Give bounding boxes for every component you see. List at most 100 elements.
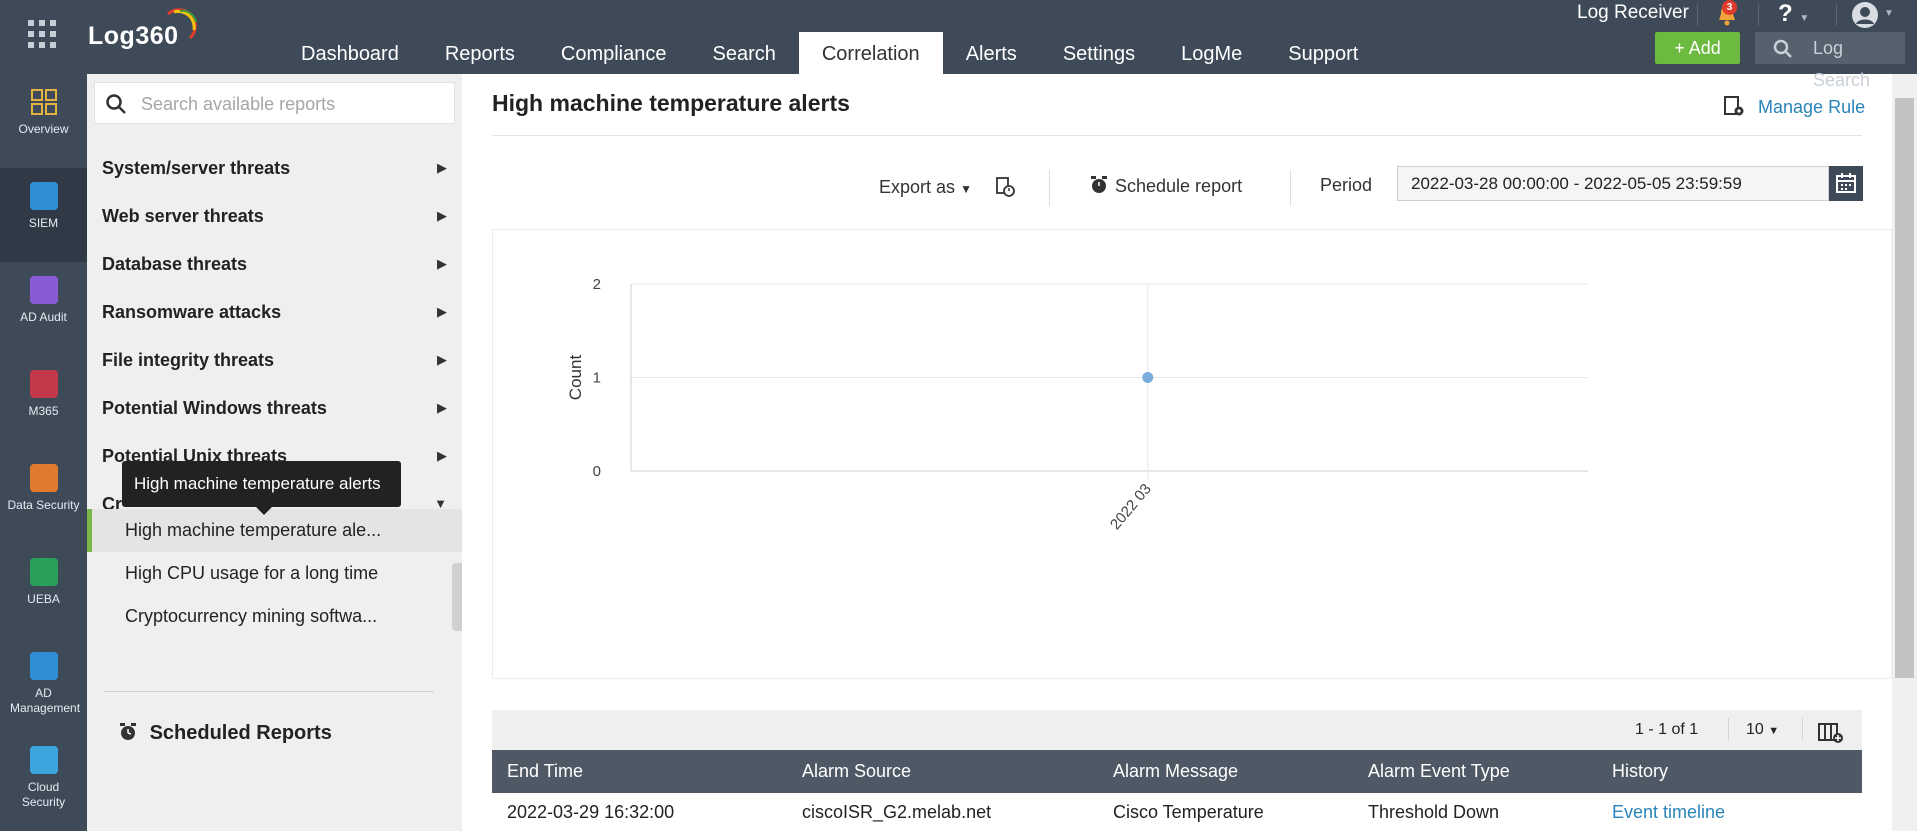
alarm-clock-icon	[1091, 176, 1107, 193]
rail-item-cloud-security[interactable]: Cloud Security	[0, 732, 87, 826]
chevron-down-icon[interactable]: ▼	[1884, 8, 1894, 19]
nav-correlation[interactable]: Correlation	[798, 32, 943, 74]
divider	[104, 691, 434, 692]
cell-alarm-event-type: Threshold Down	[1368, 802, 1500, 822]
nav-dashboard[interactable]: Dashboard	[278, 32, 422, 74]
report-search-input[interactable]: Search available reports	[94, 82, 455, 124]
divider	[1697, 4, 1698, 26]
scheduled-reports-link[interactable]: Scheduled Reports	[118, 722, 332, 745]
nav-settings[interactable]: Settings	[1040, 32, 1158, 74]
user-avatar-icon[interactable]	[1852, 2, 1878, 28]
per-page-select[interactable]: 10 ▼	[1746, 721, 1779, 739]
rail-item-ad-management[interactable]: AD Management	[0, 638, 87, 732]
main-nav: Dashboard Reports Compliance Search Corr…	[278, 32, 1381, 74]
export-history-icon[interactable]	[994, 176, 1016, 198]
product-rail: Overview SIEM AD Audit M365 Data Securit…	[0, 74, 87, 831]
table-header: End Time Alarm Source Alarm Message Alar…	[492, 750, 1862, 793]
rail-item-siem[interactable]: SIEM	[0, 168, 87, 262]
calendar-button[interactable]	[1829, 166, 1863, 201]
nav-logme[interactable]: LogMe	[1158, 32, 1265, 74]
app-grid-icon[interactable]	[28, 20, 56, 48]
column-chooser-icon[interactable]	[1818, 722, 1844, 744]
divider	[1728, 718, 1729, 740]
divider	[1290, 170, 1291, 206]
report-sidebar: Search available reports System/server t…	[87, 74, 462, 831]
help-icon[interactable]: ? ▼	[1778, 0, 1809, 28]
nav-compliance[interactable]: Compliance	[538, 32, 690, 74]
sidebar-category-potential-windows-threats[interactable]: Potential Windows threats ▶	[102, 388, 457, 428]
logo-arc-icon	[166, 8, 197, 40]
nav-alerts[interactable]: Alerts	[943, 32, 1040, 74]
cell-alarm-source: ciscoISR_G2.melab.net	[802, 802, 992, 822]
m365-icon	[29, 370, 58, 398]
divider	[1758, 4, 1759, 26]
rail-item-overview[interactable]: Overview	[0, 74, 87, 168]
notification-badge: 3	[1722, 0, 1737, 15]
ueba-eye-icon	[29, 558, 58, 586]
y-tick-label: 1	[593, 370, 601, 387]
data-point	[1142, 372, 1154, 383]
column-header-alarm-event-type[interactable]: Alarm Event Type	[1368, 750, 1510, 793]
manage-rule-link[interactable]: Manage Rule	[1723, 95, 1865, 118]
rule-settings-icon	[1724, 96, 1744, 116]
divider	[1836, 4, 1837, 26]
event-timeline-link[interactable]: Event timeline	[1612, 793, 1725, 831]
alarm-clock-icon	[120, 723, 136, 740]
sidebar-category-system-server-threats[interactable]: System/server threats ▶	[102, 148, 457, 188]
divider	[1802, 718, 1803, 740]
chart-card: 0 1 2 Count 2022 03	[492, 229, 1892, 679]
period-date-range-input[interactable]: 2022-03-28 00:00:00 - 2022-05-05 23:59:5…	[1397, 166, 1829, 201]
ad-management-icon	[29, 652, 58, 680]
rail-item-ad-audit[interactable]: AD Audit	[0, 262, 87, 356]
pagination-info: 1 - 1 of 1	[1635, 721, 1699, 738]
sidebar-collapse-handle[interactable]	[452, 563, 462, 631]
nav-support[interactable]: Support	[1265, 32, 1381, 74]
sidebar-category-database-threats[interactable]: Database threats ▶	[102, 244, 457, 284]
divider	[492, 135, 1862, 136]
period-label: Period	[1320, 175, 1373, 195]
sidebar-subitem-high-machine-temperature[interactable]: High machine temperature ale...	[87, 509, 462, 552]
y-axis-label: Count	[566, 355, 585, 401]
sidebar-subitem-cryptocurrency-mining[interactable]: Cryptocurrency mining softwa...	[87, 595, 462, 638]
column-header-history[interactable]: History	[1612, 750, 1668, 793]
y-tick-label: 0	[593, 463, 601, 480]
overview-icon	[30, 88, 58, 116]
scrollbar-thumb[interactable]	[1895, 98, 1914, 678]
cell-alarm-message: Cisco Temperature	[1113, 802, 1264, 822]
data-security-icon	[29, 464, 58, 492]
y-tick-label: 2	[593, 276, 601, 293]
chevron-right-icon: ▶	[437, 256, 447, 271]
export-as-dropdown[interactable]: Export as ▼	[879, 177, 972, 198]
chevron-right-icon: ▶	[437, 208, 447, 223]
rail-item-m365[interactable]: M365	[0, 356, 87, 450]
chevron-right-icon: ▶	[437, 352, 447, 367]
sidebar-category-web-server-threats[interactable]: Web server threats ▶	[102, 196, 457, 236]
sidebar-category-ransomware-attacks[interactable]: Ransomware attacks ▶	[102, 292, 457, 332]
sidebar-subitem-high-cpu-usage[interactable]: High CPU usage for a long time	[87, 552, 462, 595]
rail-item-data-security[interactable]: Data Security	[0, 450, 87, 544]
tooltip: High machine temperature alerts	[122, 461, 401, 515]
nav-search[interactable]: Search	[689, 32, 798, 74]
chevron-right-icon: ▶	[437, 400, 447, 415]
siem-shield-icon	[29, 182, 58, 210]
divider	[1049, 170, 1050, 206]
log-receiver-link[interactable]: Log Receiver	[1577, 2, 1689, 24]
nav-reports[interactable]: Reports	[422, 32, 538, 74]
schedule-report-button[interactable]: Schedule report	[1089, 175, 1242, 197]
rail-item-ueba[interactable]: UEBA	[0, 544, 87, 638]
top-bar: Log360 Dashboard Reports Compliance Sear…	[0, 0, 1917, 90]
ad-audit-icon	[29, 276, 58, 304]
chevron-right-icon: ▶	[437, 304, 447, 319]
log-search-button[interactable]: Log Search	[1755, 32, 1905, 90]
add-button[interactable]: + Add	[1655, 32, 1740, 64]
column-header-alarm-source[interactable]: Alarm Source	[802, 750, 911, 793]
page-title: High machine temperature alerts	[492, 90, 850, 116]
chevron-right-icon: ▶	[437, 160, 447, 175]
sidebar-category-file-integrity-threats[interactable]: File integrity threats ▶	[102, 340, 457, 380]
column-header-end-time[interactable]: End Time	[507, 750, 583, 793]
search-icon	[106, 94, 126, 114]
cloud-security-icon	[29, 746, 58, 774]
alerts-count-chart: 0 1 2 Count 2022 03	[566, 276, 1588, 533]
table-row: 2022-03-29 16:32:00 ciscoISR_G2.melab.ne…	[492, 793, 1862, 831]
column-header-alarm-message[interactable]: Alarm Message	[1113, 750, 1238, 793]
